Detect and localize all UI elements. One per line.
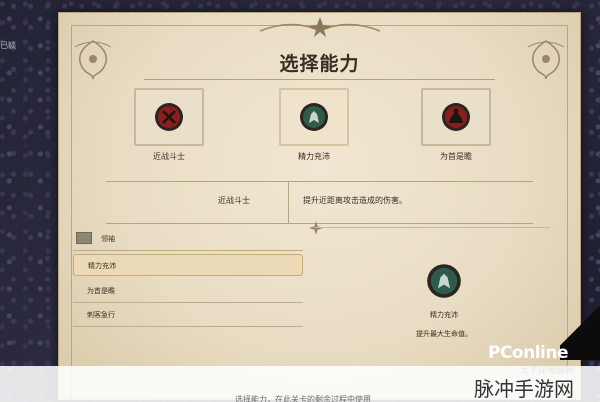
list-header-label: 领袖 (101, 235, 115, 243)
caption-text: 选择能力，在此关卡的剩余过程中使用 (235, 395, 371, 402)
description-divider (288, 182, 289, 223)
ability-row: 近战斗士 精力充沛 为首是瞻 (59, 88, 580, 178)
title-divider (144, 79, 495, 80)
ability-detail: 精力充沛 提升最大生命值。 (394, 263, 494, 339)
ability-list: 领袖 精力充沛 为首是瞻 刺客急行 (73, 226, 303, 327)
ability-slot[interactable] (421, 88, 491, 146)
detail-name: 精力充沛 (430, 311, 458, 319)
description-text: 提升近距离攻击造成的伤害。 (303, 196, 407, 205)
ability-label: 精力充沛 (298, 152, 330, 161)
list-header: 领袖 (73, 226, 303, 251)
list-item-label: 刺客急行 (87, 311, 115, 319)
detail-subtitle: 提升最大生命值。 (416, 330, 472, 338)
detail-icon-wrap (426, 263, 462, 299)
ability-slot[interactable] (279, 88, 349, 146)
list-item-leader[interactable]: 为首是瞻 (73, 279, 303, 303)
list-item-label: 精力充沛 (88, 262, 116, 270)
page-title: 选择能力 (279, 53, 360, 75)
ability-card-vigor[interactable]: 精力充沛 (279, 88, 349, 162)
description-name: 近战斗士 (218, 196, 250, 205)
star-ornament-icon (309, 221, 323, 235)
ability-panel: 选择能力 近战斗士 精力充沛 为首是瞻 近战斗士 提升近距离攻击造成的伤害。 领… (58, 12, 581, 400)
rider-emblem-icon (442, 103, 470, 131)
wolf-emblem-icon (427, 264, 461, 298)
section-divider (314, 227, 550, 228)
wolf-emblem-icon (300, 103, 328, 131)
ability-card-melee[interactable]: 近战斗士 (134, 88, 204, 162)
ability-slot[interactable] (134, 88, 204, 146)
side-label: 已锁 (0, 41, 16, 50)
list-item-label: 为首是瞻 (87, 287, 115, 295)
watermark: 脉冲手游网 (474, 377, 574, 401)
ability-description: 近战斗士 提升近距离攻击造成的伤害。 (106, 181, 533, 224)
category-chip (76, 232, 92, 244)
ability-label: 近战斗士 (153, 152, 185, 161)
list-item-vigor[interactable]: 精力充沛 (73, 254, 303, 276)
crossed-swords-icon (155, 103, 183, 131)
ability-label: 为首是瞻 (440, 152, 472, 161)
list-item-assassin[interactable]: 刺客急行 (73, 303, 303, 327)
ability-card-leader[interactable]: 为首是瞻 (421, 88, 491, 162)
top-ornament-icon (259, 17, 380, 37)
